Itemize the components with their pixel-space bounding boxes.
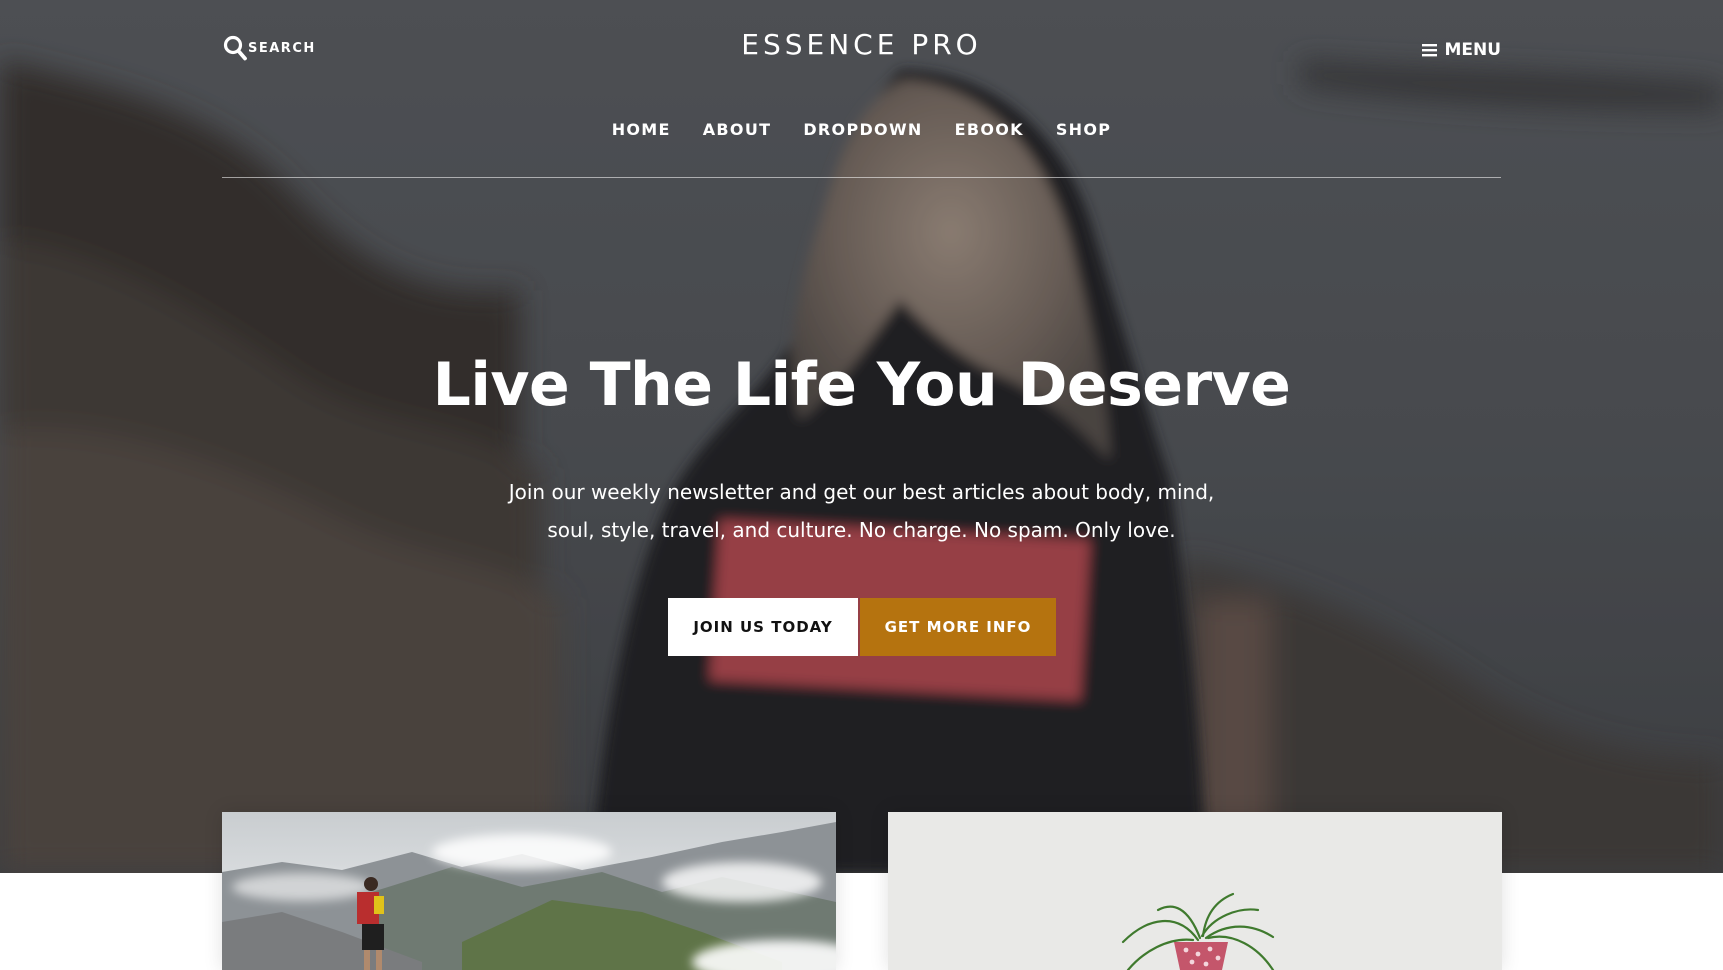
join-us-today-button[interactable]: JOIN US TODAY xyxy=(668,598,858,656)
hero-subhead: Join our weekly newsletter and get our b… xyxy=(508,480,1215,542)
menu-button[interactable]: MENU xyxy=(1422,38,1501,62)
mountain-hiker-image xyxy=(222,812,836,970)
nav-item-ebook[interactable]: EBOOK xyxy=(955,120,1024,144)
hero-section: SEARCH ESSENCE PRO MENU HOME ABOUT DROPD… xyxy=(0,0,1723,873)
hero-headline: Live The Life You Deserve xyxy=(432,350,1291,420)
primary-nav: HOME ABOUT DROPDOWN EBOOK SHOP xyxy=(0,120,1723,144)
nav-item-shop[interactable]: SHOP xyxy=(1056,120,1111,144)
featured-post-card-mountain[interactable] xyxy=(222,812,836,970)
nav-item-dropdown[interactable]: DROPDOWN xyxy=(803,120,922,144)
get-more-info-button[interactable]: GET MORE INFO xyxy=(860,598,1056,656)
nav-item-about[interactable]: ABOUT xyxy=(703,120,772,144)
potted-plant-image xyxy=(888,812,1502,970)
menu-label: MENU xyxy=(1444,40,1501,60)
nav-item-home[interactable]: HOME xyxy=(612,120,671,144)
featured-post-card-plant[interactable] xyxy=(888,812,1502,970)
hamburger-icon xyxy=(1422,44,1438,57)
header-divider xyxy=(222,177,1501,178)
